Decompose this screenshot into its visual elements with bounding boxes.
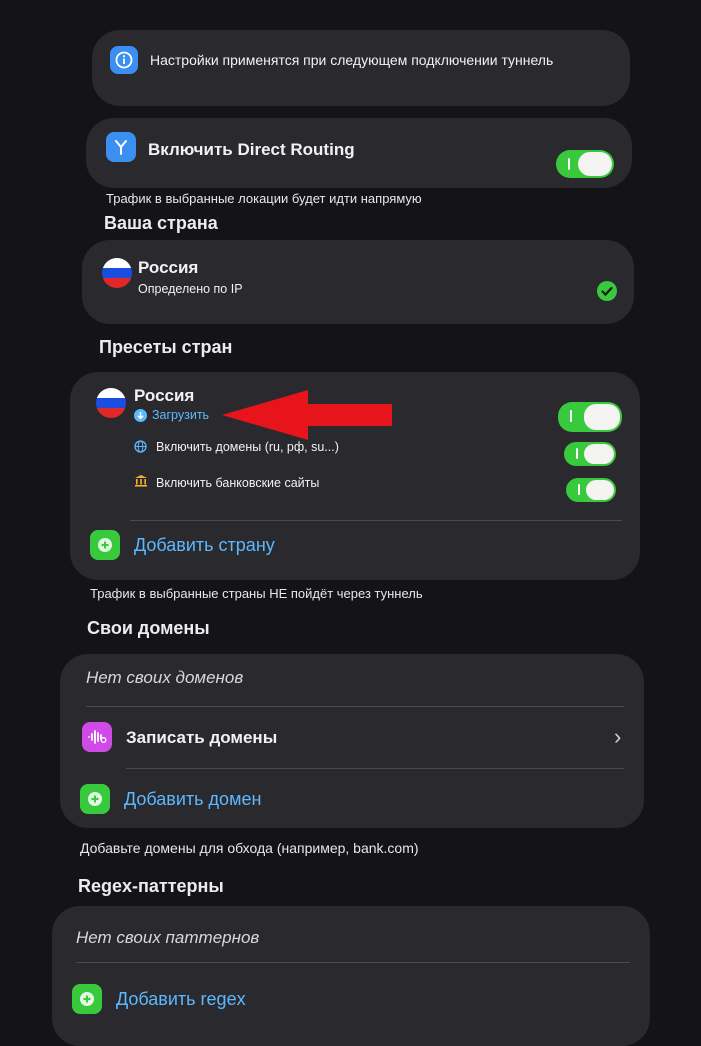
regex-empty: Нет своих паттернов: [76, 928, 260, 947]
own-domains-caption: Добавьте домены для обхода (например, ba…: [80, 840, 419, 856]
bank-icon: [134, 474, 148, 487]
chevron-right-icon: ›: [614, 724, 622, 749]
direct-routing-card: Включить Direct Routing: [86, 118, 632, 188]
add-domain-label: Добавить домен: [124, 789, 262, 809]
own-domains-empty: Нет своих доменов: [86, 668, 244, 687]
waveform-icon: [82, 722, 112, 752]
preset-divider: [130, 520, 622, 521]
plus-circle-icon: [72, 984, 102, 1014]
country-presets-caption: Трафик в выбранные страны НЕ пойдёт чере…: [90, 586, 423, 601]
direct-routing-label: Включить Direct Routing: [148, 140, 355, 159]
own-domains-card: Нет своих доменов Записать домены › Доба…: [60, 654, 644, 828]
add-country-label: Добавить страну: [134, 535, 275, 555]
banks-toggle[interactable]: [566, 478, 616, 502]
your-country-card[interactable]: Россия Определено по IP: [82, 240, 634, 324]
info-icon: [110, 46, 138, 74]
record-domains-row[interactable]: Записать домены ›: [80, 716, 634, 764]
banks-label: Включить банковские сайты: [156, 476, 320, 490]
domains-divider-2: [126, 768, 624, 769]
add-country-button[interactable]: Добавить страну: [90, 528, 350, 564]
your-country-name: Россия: [138, 258, 199, 277]
info-text: Настройки применятся при следующем подкл…: [150, 52, 554, 68]
globe-icon: [134, 440, 147, 453]
russia-flag-icon: [102, 258, 132, 288]
info-card: Настройки применятся при следующем подкл…: [92, 30, 630, 106]
preset-country-name: Россия: [134, 386, 195, 405]
add-regex-label: Добавить regex: [116, 989, 246, 1009]
domains-label: Включить домены (ru, рф, su...): [156, 440, 339, 454]
annotation-arrow-icon: [222, 390, 392, 440]
add-domain-button[interactable]: Добавить домен: [80, 782, 340, 818]
regex-heading: Regex-паттерны: [78, 876, 224, 896]
domains-divider-1: [86, 706, 624, 707]
plus-circle-icon: [80, 784, 110, 814]
regex-card: Нет своих паттернов Добавить regex: [52, 906, 650, 1046]
direct-routing-caption: Трафик в выбранные локации будет идти на…: [106, 191, 422, 206]
record-domains-label: Записать домены: [126, 728, 278, 747]
russia-flag-icon: [96, 388, 126, 418]
own-domains-heading: Свои домены: [87, 618, 210, 638]
routing-fork-icon: [106, 132, 136, 162]
domains-toggle[interactable]: [564, 442, 616, 466]
download-icon: [134, 409, 147, 422]
country-presets-heading: Пресеты стран: [99, 337, 233, 357]
plus-circle-icon: [90, 530, 120, 560]
checkmark-icon: [597, 281, 617, 301]
add-regex-button[interactable]: Добавить regex: [72, 982, 332, 1018]
preset-toggle[interactable]: [558, 402, 622, 432]
download-link[interactable]: Загрузить: [152, 408, 209, 422]
your-country-heading: Ваша страна: [104, 213, 218, 233]
your-country-subtitle: Определено по IP: [138, 282, 243, 296]
direct-routing-toggle[interactable]: [556, 150, 614, 178]
regex-divider: [76, 962, 630, 963]
